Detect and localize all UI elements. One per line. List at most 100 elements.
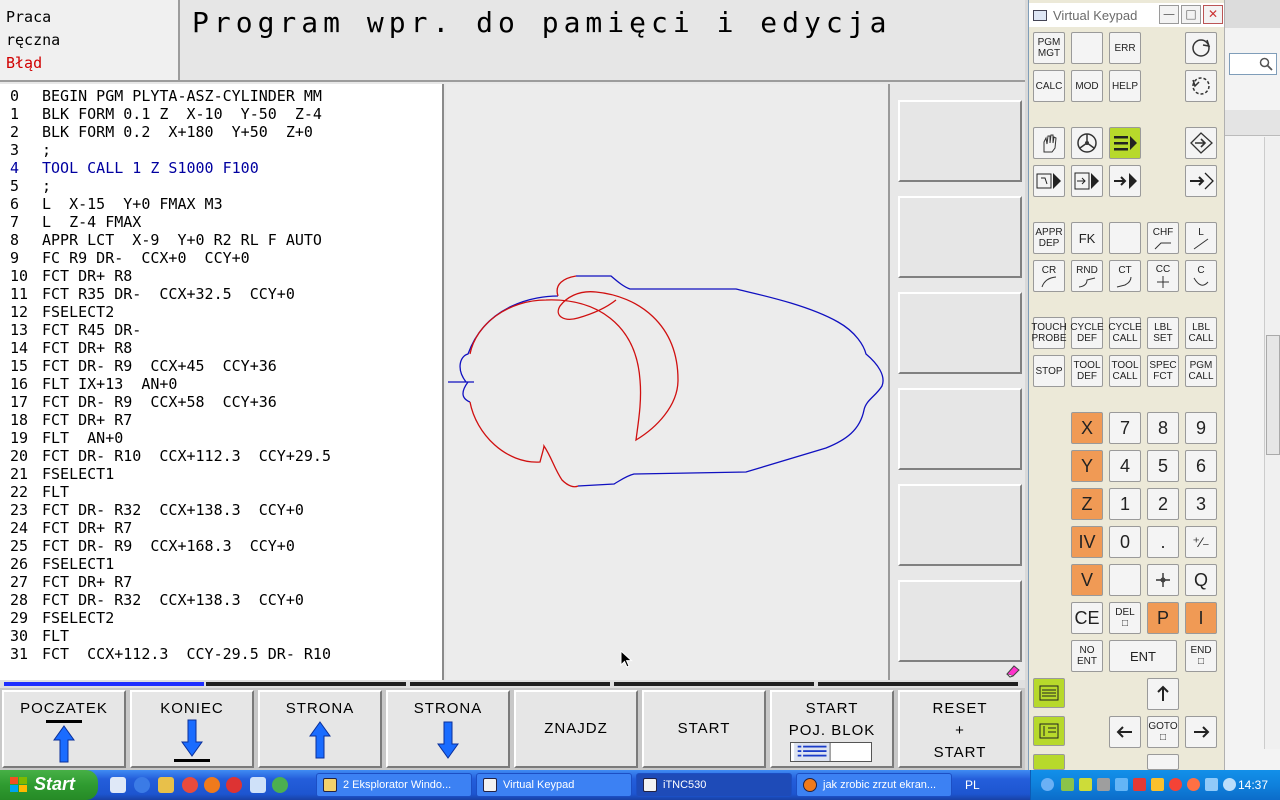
key-sign[interactable]: ⁺⁄₋: [1185, 526, 1217, 558]
tray-alert-icon[interactable]: [1169, 778, 1182, 791]
softkey-end[interactable]: KONIEC: [130, 690, 254, 768]
key-7[interactable]: 7: [1109, 412, 1141, 444]
key-err[interactable]: ERR: [1109, 32, 1141, 64]
key-no-ent[interactable]: NO ENT: [1071, 640, 1103, 672]
key-decimal[interactable]: .: [1147, 526, 1179, 558]
program-line[interactable]: 14 FCT DR+ R8: [10, 339, 442, 357]
program-line[interactable]: 7 L Z-4 FMAX: [10, 213, 442, 231]
key-del[interactable]: DEL □: [1109, 602, 1141, 634]
quicklaunch-ie-icon[interactable]: [134, 777, 150, 793]
program-line[interactable]: 23 FCT DR- R32 CCX+138.3 CCY+0: [10, 501, 442, 519]
key-3[interactable]: 3: [1185, 488, 1217, 520]
program-line[interactable]: 10 FCT DR+ R8: [10, 267, 442, 285]
program-line[interactable]: 6 L X-15 Y+0 FMAX M3: [10, 195, 442, 213]
tray-app-icon[interactable]: [1079, 778, 1092, 791]
vertical-softkey-2[interactable]: [898, 196, 1022, 278]
key-cycle-def[interactable]: CYCLE DEF: [1070, 317, 1104, 349]
key-lbl-call[interactable]: LBL CALL: [1185, 317, 1217, 349]
program-line[interactable]: 15 FCT DR- R9 CCX+45 CCY+36: [10, 357, 442, 375]
program-line[interactable]: 18 FCT DR+ R7: [10, 411, 442, 429]
key-i[interactable]: I: [1185, 602, 1217, 634]
key-positioning-mdi[interactable]: [1033, 165, 1065, 197]
key-pgm-mgt[interactable]: PGM MGT: [1033, 32, 1065, 64]
maximize-button[interactable]: □: [1181, 5, 1201, 24]
program-line[interactable]: 0 BEGIN PGM PLYTA-ASZ-CYLINDER MM: [10, 87, 442, 105]
key-axis-z[interactable]: Z: [1071, 488, 1103, 520]
softkey-start-run[interactable]: START: [642, 690, 766, 768]
key-blank-1[interactable]: [1071, 32, 1103, 64]
key-screen-layout[interactable]: [1033, 678, 1065, 708]
key-axis-iv[interactable]: IV: [1071, 526, 1103, 558]
key-cr[interactable]: CR: [1033, 260, 1065, 292]
softkey-page-down[interactable]: STRONA: [386, 690, 510, 768]
tray-collapse-icon[interactable]: [1041, 778, 1054, 791]
program-line[interactable]: 8 APPR LCT X-9 Y+0 R2 RL F AUTO: [10, 231, 442, 249]
key-5[interactable]: 5: [1147, 450, 1179, 482]
key-1[interactable]: 1: [1109, 488, 1141, 520]
program-line[interactable]: 12 FSELECT2: [10, 303, 442, 321]
program-line[interactable]: 24 FCT DR+ R7: [10, 519, 442, 537]
vertical-softkey-6[interactable]: [898, 580, 1022, 662]
key-2[interactable]: 2: [1147, 488, 1179, 520]
program-line[interactable]: 21 FSELECT1: [10, 465, 442, 483]
key-spec-fct[interactable]: SPEC FCT: [1147, 355, 1179, 387]
quicklaunch-chrome-icon[interactable]: [182, 777, 198, 793]
key-ct[interactable]: CT: [1109, 260, 1141, 292]
quicklaunch-app-icon[interactable]: [250, 777, 266, 793]
key-q[interactable]: Q: [1185, 564, 1217, 596]
scrollbar-thumb[interactable]: [1266, 335, 1280, 455]
task-firefox[interactable]: jak zrobic zrzut ekran...: [796, 773, 952, 797]
vertical-softkey-1[interactable]: [898, 100, 1022, 182]
program-line[interactable]: 5;: [10, 177, 442, 195]
key-jump[interactable]: [1185, 165, 1217, 197]
key-single-block-run[interactable]: [1071, 165, 1103, 197]
key-tool-def[interactable]: TOOL DEF: [1071, 355, 1103, 387]
softkey-find[interactable]: ZNAJDZ: [514, 690, 638, 768]
softkey-reset-start[interactable]: RESET + START: [898, 690, 1022, 768]
key-p[interactable]: P: [1147, 602, 1179, 634]
program-listing[interactable]: 0 BEGIN PGM PLYTA-ASZ-CYLINDER MM 1 BLK FOR…: [0, 84, 444, 680]
key-blank-2[interactable]: [1109, 222, 1141, 254]
program-line[interactable]: 11 FCT R35 DR- CCX+32.5 CCY+0: [10, 285, 442, 303]
key-appr-dep[interactable]: APPR DEP: [1033, 222, 1065, 254]
key-axis-y[interactable]: Y: [1071, 450, 1103, 482]
key-axis-v[interactable]: V: [1071, 564, 1103, 596]
key-screen-switch[interactable]: [1033, 716, 1065, 746]
softkey-page-up[interactable]: STRONA: [258, 690, 382, 768]
key-stop[interactable]: STOP: [1033, 355, 1065, 387]
key-blank-3[interactable]: [1109, 564, 1141, 596]
key-end[interactable]: END □: [1185, 640, 1217, 672]
program-line[interactable]: 29 FSELECT2: [10, 609, 442, 627]
key-rnd[interactable]: RND: [1071, 260, 1103, 292]
vertical-softkey-5[interactable]: [898, 484, 1022, 566]
key-lbl-set[interactable]: LBL SET: [1147, 317, 1179, 349]
error-indicator[interactable]: Błąd: [6, 52, 172, 75]
program-line[interactable]: 17 FCT DR- R9 CCX+58 CCY+36: [10, 393, 442, 411]
program-line[interactable]: 27 FCT DR+ R7: [10, 573, 442, 591]
vertical-softkey-4[interactable]: [898, 388, 1022, 470]
key-axis-x[interactable]: X: [1071, 412, 1103, 444]
program-line[interactable]: 1 BLK FORM 0.1 Z X-10 Y-50 Z-4: [10, 105, 442, 123]
program-line[interactable]: 2 BLK FORM 0.2 X+180 Y+50 Z+0: [10, 123, 442, 141]
key-8[interactable]: 8: [1147, 412, 1179, 444]
key-full-sequence-run[interactable]: [1109, 165, 1141, 197]
key-tool-call[interactable]: TOOL CALL: [1109, 355, 1141, 387]
program-line[interactable]: 9 FC R9 DR- CCX+0 CCY+0: [10, 249, 442, 267]
program-line[interactable]: 31 FCT CCX+112.3 CCY-29.5 DR- R10: [10, 645, 442, 663]
key-pgm-call[interactable]: PGM CALL: [1185, 355, 1217, 387]
key-manual-mode[interactable]: [1033, 127, 1065, 159]
program-line[interactable]: 4 TOOL CALL 1 Z S1000 F100: [10, 159, 442, 177]
background-search-input[interactable]: [1229, 53, 1277, 75]
key-rotate-ccw[interactable]: [1185, 70, 1217, 102]
program-line[interactable]: 30 FLT: [10, 627, 442, 645]
key-goto[interactable]: GOTO □: [1147, 716, 1179, 748]
key-ce[interactable]: CE: [1071, 602, 1103, 634]
program-line[interactable]: 13 FCT R45 DR-: [10, 321, 442, 339]
key-program-test[interactable]: [1185, 127, 1217, 159]
quicklaunch-desktop-icon[interactable]: [110, 777, 126, 793]
program-line[interactable]: 22 FLT: [10, 483, 442, 501]
key-mod[interactable]: MOD: [1071, 70, 1103, 102]
quicklaunch-media-icon[interactable]: [226, 777, 242, 793]
clock[interactable]: 14:37: [1238, 778, 1268, 792]
softkey-start-single-block[interactable]: START POJ. BLOK: [770, 690, 894, 768]
